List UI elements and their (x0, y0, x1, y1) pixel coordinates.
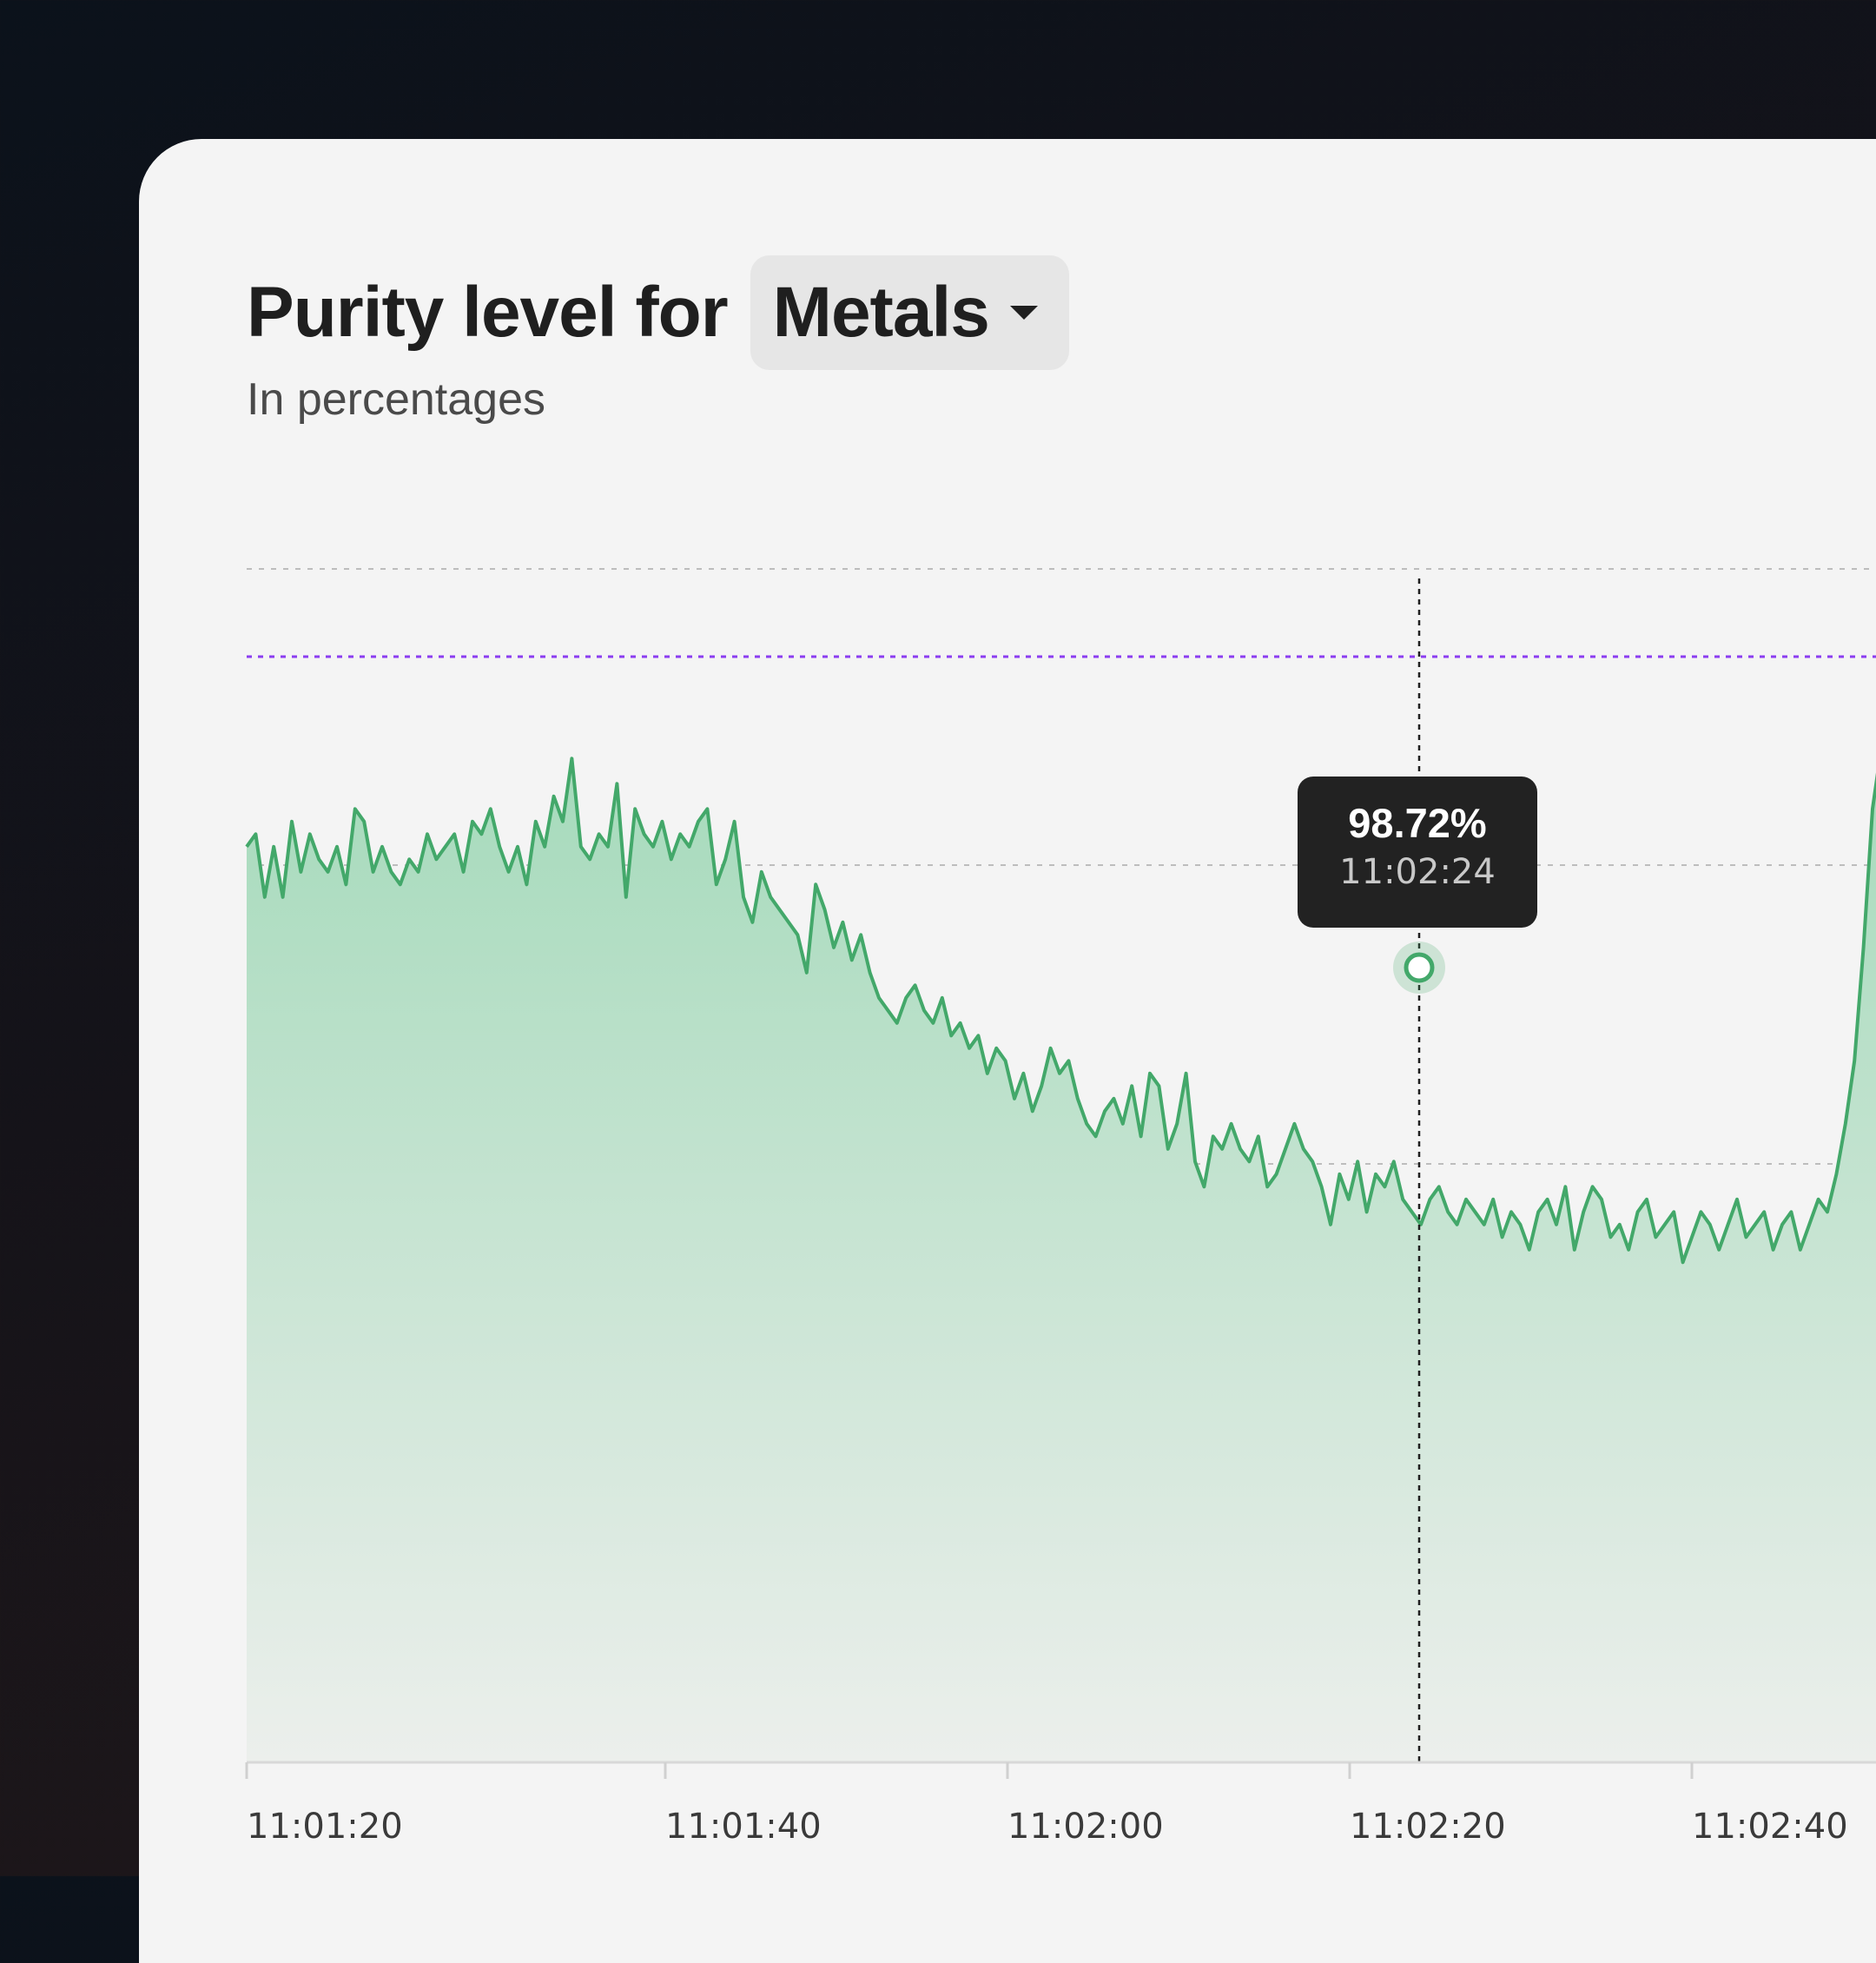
x-tick-label: 11:02:40 (1692, 1807, 1848, 1847)
tooltip-time: 11:02:24 (1339, 852, 1496, 892)
x-tick-label: 11:02:00 (1007, 1807, 1164, 1847)
x-tick-label: 11:01:20 (247, 1807, 403, 1847)
tooltip: 98.72% 11:02:24 (1298, 777, 1537, 928)
x-tick-label: 11:01:40 (665, 1807, 822, 1847)
highlight-point[interactable] (1404, 952, 1435, 983)
x-tick-label: 11:02:20 (1350, 1807, 1506, 1847)
chart-card: Purity level for Metals In percentages 9… (139, 139, 1876, 1963)
purity-chart[interactable] (139, 139, 1876, 1963)
tooltip-value: 98.72% (1348, 800, 1487, 846)
